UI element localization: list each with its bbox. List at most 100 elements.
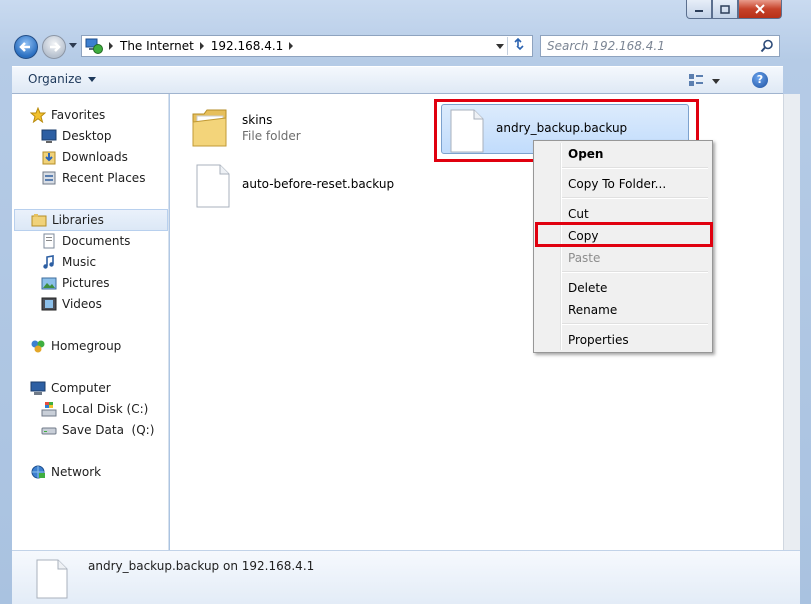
nav-item-label: Desktop: [62, 129, 112, 143]
file-item-auto-before-reset[interactable]: auto-before-reset.backup: [196, 164, 394, 208]
breadcrumb-separator[interactable]: [199, 42, 204, 50]
windows-drive-icon: [41, 402, 57, 417]
file-type: File folder: [242, 129, 301, 143]
nav-computer[interactable]: Computer: [30, 380, 111, 396]
caption-buttons: [686, 0, 782, 19]
view-options-dropdown[interactable]: [712, 79, 720, 84]
change-view-icon[interactable]: [688, 73, 704, 87]
address-dropdown[interactable]: [496, 44, 504, 49]
nav-item-label: Downloads: [62, 150, 128, 164]
breadcrumb-ip[interactable]: 192.168.4.1: [211, 39, 284, 53]
recent-pages-dropdown[interactable]: [69, 43, 77, 48]
search-box[interactable]: Search 192.168.4.1: [540, 35, 780, 57]
menu-item-open[interactable]: Open: [568, 147, 603, 161]
nav-item-label: Videos: [62, 297, 102, 311]
details-pane: andry_backup.backup on 192.168.4.1: [12, 550, 800, 604]
nav-libraries[interactable]: Libraries: [14, 209, 168, 231]
star-icon: [30, 107, 46, 123]
nav-item-downloads[interactable]: Downloads: [41, 149, 128, 165]
file-item-text: auto-before-reset.backup: [242, 177, 394, 191]
organize-button[interactable]: Organize: [28, 72, 96, 86]
homegroup-icon: [31, 340, 45, 353]
help-icon[interactable]: ?: [752, 72, 768, 88]
pictures-icon: [41, 277, 57, 290]
search-placeholder: Search 192.168.4.1: [547, 39, 665, 53]
breadcrumb-separator[interactable]: [289, 42, 294, 50]
nav-item-documents[interactable]: Documents: [41, 233, 130, 249]
menu-item-rename[interactable]: Rename: [568, 303, 617, 317]
nav-item-local-disk[interactable]: Local Disk (C:): [41, 401, 148, 417]
file-item-skins[interactable]: skins File folder: [190, 104, 301, 152]
maximize-icon: [720, 4, 730, 14]
details-text: andry_backup.backup on 192.168.4.1: [88, 559, 315, 573]
network-icon: [31, 465, 45, 479]
file-icon: [196, 164, 230, 208]
computer-icon: [30, 381, 46, 395]
nav-homegroup[interactable]: Homegroup: [30, 338, 121, 354]
nav-item-music[interactable]: Music: [41, 254, 96, 270]
nav-item-label: Save Data (Q:): [62, 423, 155, 437]
nav-homegroup-label: Homegroup: [51, 339, 122, 353]
organize-label: Organize: [28, 72, 82, 86]
refresh-icon: [514, 37, 524, 51]
close-button[interactable]: [738, 0, 782, 19]
breadcrumb-the-internet[interactable]: The Internet: [120, 39, 194, 53]
vertical-scrollbar[interactable]: [783, 94, 800, 550]
explorer-window: The Internet 192.168.4.1 Search 192.168.…: [0, 0, 811, 604]
command-bar: Organize ?: [12, 66, 783, 94]
menu-separator: [562, 323, 708, 325]
minimize-button[interactable]: [686, 0, 712, 19]
menu-separator: [562, 167, 708, 169]
nav-item-pictures[interactable]: Pictures: [41, 275, 110, 291]
menu-item-copy-to-folder[interactable]: Copy To Folder...: [568, 177, 666, 191]
downloads-icon: [42, 151, 56, 165]
file-name: skins: [242, 113, 273, 127]
nav-item-recent-places[interactable]: Recent Places: [41, 170, 145, 186]
search-icon[interactable]: [760, 39, 774, 53]
nav-favorites-label: Favorites: [51, 108, 106, 122]
close-icon: [755, 4, 765, 14]
nav-network[interactable]: Network: [30, 464, 101, 480]
forward-button[interactable]: [42, 35, 66, 59]
minimize-icon: [695, 10, 703, 12]
address-bar[interactable]: The Internet 192.168.4.1: [81, 35, 533, 57]
nav-network-label: Network: [51, 465, 102, 479]
desktop-icon: [41, 129, 57, 143]
file-icon: [36, 559, 68, 599]
breadcrumb-separator[interactable]: [109, 42, 113, 50]
menu-item-cut[interactable]: Cut: [568, 207, 589, 221]
highlight-box-copy: [535, 222, 713, 247]
arrow-right-icon: [50, 42, 61, 52]
back-button[interactable]: [14, 35, 38, 59]
nav-favorites[interactable]: Favorites: [30, 107, 105, 123]
nav-item-save-data[interactable]: Save Data (Q:): [41, 422, 154, 438]
recent-places-icon: [42, 171, 56, 185]
menu-item-paste: Paste: [568, 251, 601, 265]
nav-item-desktop[interactable]: Desktop: [41, 128, 112, 144]
libraries-icon: [31, 214, 47, 227]
file-item-text: skins File folder: [242, 113, 301, 143]
folder-icon: [192, 109, 227, 147]
nav-item-label: Recent Places: [62, 171, 146, 185]
nav-item-label: Documents: [62, 234, 131, 248]
menu-item-properties[interactable]: Properties: [568, 333, 629, 347]
nav-item-videos[interactable]: Videos: [41, 296, 102, 312]
documents-icon: [43, 233, 55, 249]
chevron-down-icon: [87, 76, 96, 82]
nav-item-label: Music: [62, 255, 97, 269]
nav-item-label: Local Disk (C:): [62, 402, 149, 416]
refresh-button[interactable]: [507, 37, 530, 55]
network-globe-icon: [85, 38, 103, 54]
arrow-left-icon: [19, 42, 30, 52]
file-name: auto-before-reset.backup: [242, 177, 395, 191]
videos-icon: [41, 297, 57, 311]
menu-separator: [562, 197, 708, 199]
music-note-icon: [43, 255, 54, 269]
navigation-bar: The Internet 192.168.4.1 Search 192.168.…: [0, 30, 811, 62]
menu-item-delete[interactable]: Delete: [568, 281, 607, 295]
nav-item-label: Pictures: [62, 276, 110, 290]
maximize-button[interactable]: [712, 0, 738, 19]
menu-separator: [562, 271, 708, 273]
navigation-pane: Favorites Desktop Downloads Recent Place…: [12, 94, 169, 550]
nav-computer-label: Computer: [51, 381, 111, 395]
